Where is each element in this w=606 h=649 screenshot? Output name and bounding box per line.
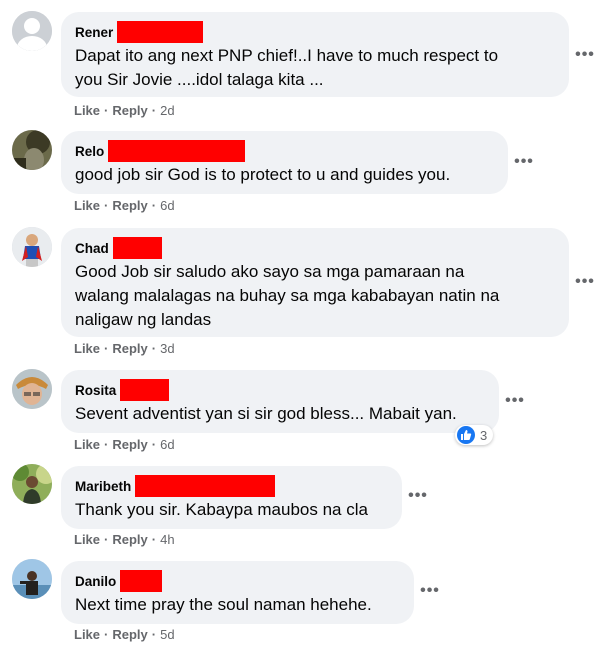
like-button[interactable]: Like [74, 532, 100, 547]
comment-bubble: Rosita Sevent adventist yan si sir god b… [61, 370, 499, 433]
separator: · [151, 627, 157, 642]
redaction-bar [135, 475, 276, 497]
timestamp[interactable]: 4h [160, 532, 174, 547]
reply-button[interactable]: Reply [112, 532, 147, 547]
separator: · [151, 103, 157, 118]
more-options-icon[interactable]: ••• [573, 45, 597, 65]
separator: · [151, 198, 157, 213]
comment-text: good job sir God is to protect to u and … [75, 165, 451, 184]
timestamp[interactable]: 6d [160, 437, 174, 452]
comment-bubble: Relo good job sir God is to protect to u… [61, 131, 508, 194]
redaction-bar [108, 140, 246, 162]
redaction-bar [112, 237, 162, 259]
separator: · [104, 627, 109, 642]
like-button[interactable]: Like [74, 198, 100, 213]
comment-actions: Like · Reply · 4h [74, 532, 175, 547]
reply-button[interactable]: Reply [112, 198, 147, 213]
comment-actions: Like · Reply · 2d [74, 103, 175, 118]
timestamp[interactable]: 5d [160, 627, 174, 642]
comment-bubble: Chad Good Job sir saludo ako sayo sa mga… [61, 228, 569, 337]
comment-text: Sevent adventist yan si sir god bless...… [75, 404, 457, 423]
like-button[interactable]: Like [74, 627, 100, 642]
separator: · [104, 341, 109, 356]
timestamp[interactable]: 6d [160, 198, 174, 213]
more-options-icon[interactable]: ••• [418, 581, 442, 601]
like-button[interactable]: Like [74, 341, 100, 356]
separator: · [104, 198, 109, 213]
comment-text: Dapat ito ang next PNP chief!..I have to… [75, 46, 499, 89]
redaction-bar [120, 570, 163, 592]
like-reaction-icon [457, 426, 475, 444]
avatar[interactable] [12, 464, 52, 504]
avatar[interactable] [12, 130, 52, 170]
commenter-name[interactable]: Maribeth [75, 479, 131, 494]
profile-photo-icon [12, 130, 52, 170]
comment-text: Good Job sir saludo ako sayo sa mga pama… [75, 262, 500, 329]
comment-actions: Like · Reply · 6d [74, 198, 175, 213]
reaction-summary[interactable]: 3 [455, 425, 494, 445]
more-options-icon[interactable]: ••• [573, 272, 597, 292]
timestamp[interactable]: 3d [160, 341, 174, 356]
comment-actions: Like · Reply · 6d [74, 437, 175, 452]
profile-photo-icon [12, 464, 52, 504]
reaction-count: 3 [480, 427, 488, 443]
commenter-name[interactable]: Chad [75, 241, 109, 256]
profile-photo-icon [12, 227, 52, 267]
comment-text: Thank you sir. Kabaypa maubos na cla [75, 500, 368, 519]
comment-bubble: Maribeth Thank you sir. Kabaypa maubos n… [61, 466, 402, 529]
separator: · [151, 341, 157, 356]
more-options-icon[interactable]: ••• [406, 486, 430, 506]
profile-photo-icon [12, 559, 52, 599]
comment-bubble: Danilo Next time pray the soul naman heh… [61, 561, 414, 624]
redaction-bar [120, 379, 170, 401]
comment-actions: Like · Reply · 5d [74, 627, 175, 642]
comment-actions: Like · Reply · 3d [74, 341, 175, 356]
avatar[interactable] [12, 227, 52, 267]
commenter-name[interactable]: Rener [75, 25, 113, 40]
commenter-name[interactable]: Relo [75, 144, 104, 159]
reply-button[interactable]: Reply [112, 437, 147, 452]
avatar[interactable] [12, 11, 52, 51]
commenter-name[interactable]: Danilo [75, 574, 116, 589]
reply-button[interactable]: Reply [112, 103, 147, 118]
comment-text: Next time pray the soul naman hehehe. [75, 595, 372, 614]
separator: · [151, 532, 157, 547]
separator: · [104, 532, 109, 547]
separator: · [151, 437, 157, 452]
avatar[interactable] [12, 369, 52, 409]
default-avatar-icon [12, 11, 52, 51]
separator: · [104, 103, 109, 118]
commenter-name[interactable]: Rosita [75, 383, 116, 398]
separator: · [104, 437, 109, 452]
profile-photo-icon [12, 369, 52, 409]
like-button[interactable]: Like [74, 437, 100, 452]
comment-bubble: Rener Dapat ito ang next PNP chief!..I h… [61, 12, 569, 97]
reply-button[interactable]: Reply [112, 341, 147, 356]
more-options-icon[interactable]: ••• [512, 152, 536, 172]
reply-button[interactable]: Reply [112, 627, 147, 642]
avatar[interactable] [12, 559, 52, 599]
like-button[interactable]: Like [74, 103, 100, 118]
more-options-icon[interactable]: ••• [503, 391, 527, 411]
redaction-bar [117, 21, 204, 43]
timestamp[interactable]: 2d [160, 103, 174, 118]
